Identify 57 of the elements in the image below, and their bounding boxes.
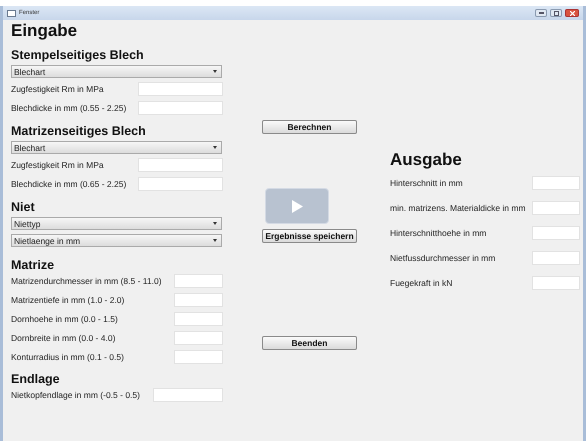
app-icon (7, 10, 16, 16)
input-field[interactable] (138, 158, 223, 172)
group-heading: Endlage (11, 372, 61, 386)
output-label: min. matrizens. Materialdicke in mm (390, 202, 526, 212)
output-field[interactable] (532, 250, 580, 264)
field-label: Dornbreite in mm (0.0 - 4.0) (11, 333, 116, 343)
field-label: Matrizentiefe in mm (1.0 - 2.0) (11, 295, 124, 305)
minimize-icon (538, 12, 544, 14)
input-field[interactable] (153, 388, 223, 402)
field-label: Blechdicke in mm (0.65 - 2.25) (11, 179, 126, 189)
dropdown[interactable]: Blechart (11, 65, 222, 78)
close-icon (570, 10, 574, 16)
maximize-button[interactable] (550, 9, 562, 17)
output-field[interactable] (532, 200, 580, 214)
input-field[interactable] (174, 293, 223, 307)
dropdown[interactable]: Nietlaenge in mm (11, 234, 222, 247)
field-label: Nietkopfendlage in mm (-0.5 - 0.5) (11, 390, 140, 400)
group-heading: Niet (11, 200, 36, 214)
dropdown[interactable]: Niettyp (11, 217, 222, 230)
maximize-icon (554, 10, 558, 16)
output-field[interactable] (532, 226, 580, 240)
input-field[interactable] (138, 101, 223, 115)
field-label: Blechdicke in mm (0.55 - 2.25) (11, 103, 126, 113)
output-label: Nietfussdurchmesser in mm (390, 252, 496, 262)
output-label: Hinterschnitthoehe in mm (390, 228, 486, 238)
close-button[interactable] (565, 9, 579, 17)
section-heading: Eingabe (11, 22, 78, 40)
play-icon (292, 200, 302, 212)
action-button[interactable]: Berechnen (262, 120, 357, 134)
dropdown[interactable]: Blechart (11, 141, 222, 154)
action-button[interactable]: Ergebnisse speichern (262, 229, 357, 243)
play-button[interactable] (265, 188, 329, 224)
output-label: Fuegekraft in kN (390, 278, 452, 288)
output-field[interactable] (532, 276, 580, 290)
field-label: Konturradius in mm (0.1 - 0.5) (11, 352, 124, 362)
group-heading: Matrize (11, 258, 56, 272)
input-field[interactable] (174, 274, 223, 288)
field-label: Zugfestigkeit Rm in MPa (11, 84, 104, 94)
input-field[interactable] (138, 82, 223, 96)
input-field[interactable] (174, 312, 223, 326)
input-field[interactable] (174, 331, 223, 345)
action-button[interactable]: Beenden (262, 336, 357, 350)
input-field[interactable] (138, 177, 223, 191)
output-field[interactable] (532, 176, 580, 190)
field-label: Zugfestigkeit Rm in MPa (11, 160, 104, 170)
caret-icon (213, 239, 217, 242)
minimize-button[interactable] (535, 9, 547, 17)
field-label: Dornhoehe in mm (0.0 - 1.5) (11, 314, 118, 324)
caret-icon (213, 222, 217, 225)
field-label: Matrizendurchmesser in mm (8.5 - 11.0) (11, 276, 162, 286)
group-heading: Matrizenseitiges Blech (11, 124, 147, 138)
group-heading: Stempelseitiges Blech (11, 48, 145, 62)
section-heading: Ausgabe (390, 151, 463, 169)
input-field[interactable] (174, 350, 223, 364)
caret-icon (213, 146, 217, 149)
caret-icon (213, 70, 217, 73)
output-label: Hinterschnitt in mm (390, 178, 463, 188)
